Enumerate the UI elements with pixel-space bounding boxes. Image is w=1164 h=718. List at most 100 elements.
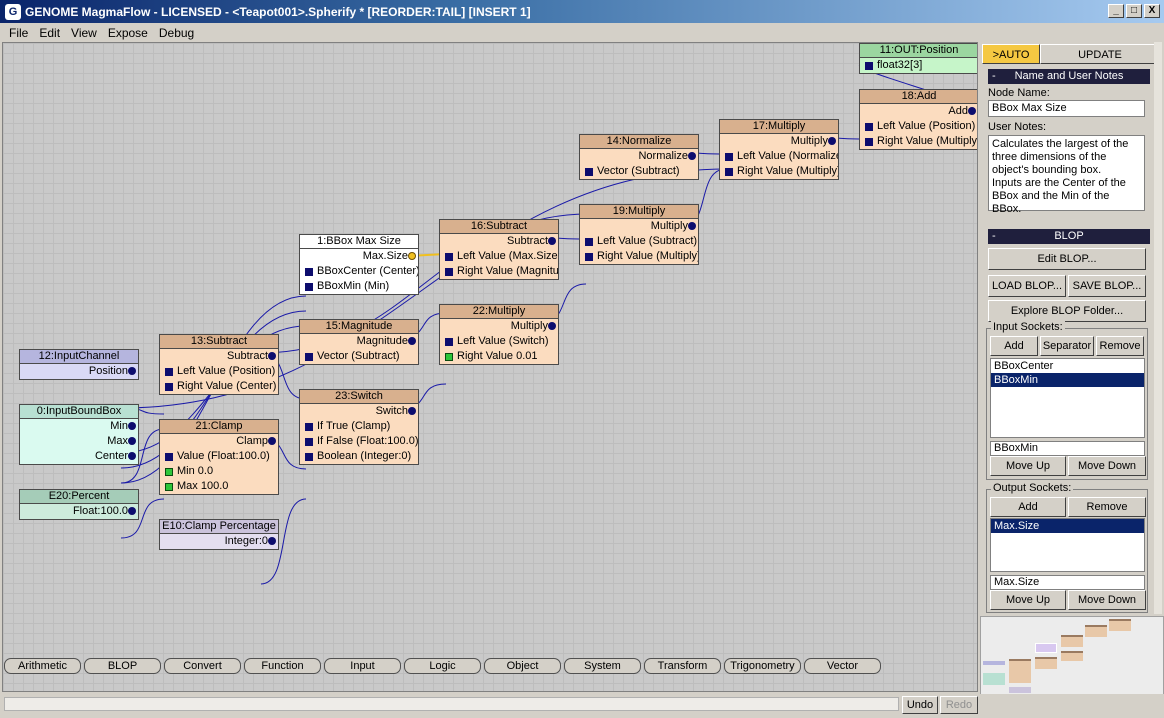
panel-scrollbar[interactable] (1154, 42, 1162, 614)
input-move-down-button[interactable]: Move Down (1068, 456, 1146, 476)
save-blop-button[interactable]: SAVE BLOP... (1068, 275, 1146, 297)
minimap[interactable] (980, 616, 1164, 696)
menu-edit[interactable]: Edit (34, 26, 66, 40)
output-add-button[interactable]: Add (990, 497, 1066, 517)
output-socket[interactable] (268, 352, 276, 360)
input-move-up-button[interactable]: Move Up (990, 456, 1066, 476)
output-socket[interactable] (408, 407, 416, 415)
input-socket[interactable] (165, 483, 173, 491)
input-socket[interactable] (305, 453, 313, 461)
category-trigonometry[interactable]: Trigonometry (724, 658, 801, 674)
section-header-notes[interactable]: - Name and User Notes (988, 69, 1150, 84)
node-magnitude[interactable]: 15:Magnitude Magnitude Vector (Subtract) (299, 319, 419, 365)
node-bbox-max-size[interactable]: 1:BBox Max Size Max.Size BBoxCenter (Cen… (299, 234, 419, 295)
output-move-up-button[interactable]: Move Up (990, 590, 1066, 610)
node-name-field[interactable]: BBox Max Size (988, 100, 1145, 117)
output-remove-button[interactable]: Remove (1068, 497, 1146, 517)
input-sockets-list[interactable]: BBoxCenter BBoxMin (990, 358, 1145, 438)
input-socket[interactable] (585, 253, 593, 261)
category-transform[interactable]: Transform (644, 658, 721, 674)
category-function[interactable]: Function (244, 658, 321, 674)
menu-debug[interactable]: Debug (154, 26, 200, 40)
explore-blop-folder-button[interactable]: Explore BLOP Folder... (988, 300, 1146, 322)
input-socket[interactable] (165, 383, 173, 391)
node-input-bound-box[interactable]: 0:InputBoundBox Min Max Center (19, 404, 139, 465)
input-socket[interactable] (725, 168, 733, 176)
node-canvas[interactable]: 11:OUT:Position float32[3] 18:Add Add Le… (2, 42, 978, 692)
output-socket[interactable] (688, 152, 696, 160)
input-socket[interactable] (165, 453, 173, 461)
category-blop[interactable]: BLOP (84, 658, 161, 674)
output-socket[interactable] (828, 137, 836, 145)
node-out-position[interactable]: 11:OUT:Position float32[3] (859, 43, 977, 74)
horizontal-scrollbar[interactable] (4, 697, 899, 711)
undo-button[interactable]: Undo (902, 696, 938, 714)
output-socket[interactable] (688, 222, 696, 230)
output-socket[interactable] (548, 322, 556, 330)
output-move-down-button[interactable]: Move Down (1068, 590, 1146, 610)
tab-update[interactable]: UPDATE (1040, 44, 1160, 64)
node-switch[interactable]: 23:Switch Switch If True (Clamp) If Fals… (299, 389, 419, 465)
input-socket[interactable] (585, 238, 593, 246)
input-socket[interactable] (585, 168, 593, 176)
input-remove-button[interactable]: Remove (1096, 336, 1144, 356)
menu-file[interactable]: File (4, 26, 34, 40)
input-socket[interactable] (165, 368, 173, 376)
input-socket[interactable] (445, 253, 453, 261)
output-socket-name-field[interactable]: Max.Size (990, 575, 1145, 590)
input-socket[interactable] (445, 353, 453, 361)
category-logic[interactable]: Logic (404, 658, 481, 674)
category-vector[interactable]: Vector (804, 658, 881, 674)
node-input-channel[interactable]: 12:InputChannel Position (19, 349, 139, 380)
section-header-blop[interactable]: - BLOP (988, 229, 1150, 244)
collapse-icon[interactable]: - (992, 69, 996, 84)
node-clamp-percentage[interactable]: E10:Clamp Percentage Integer:0 (159, 519, 279, 550)
list-item[interactable]: BBoxCenter (991, 359, 1144, 373)
input-socket[interactable] (305, 438, 313, 446)
input-socket-name-field[interactable]: BBoxMin (990, 441, 1145, 456)
output-socket[interactable] (128, 452, 136, 460)
menu-expose[interactable]: Expose (103, 26, 154, 40)
collapse-icon[interactable]: - (992, 229, 996, 244)
input-socket[interactable] (445, 268, 453, 276)
redo-button[interactable]: Redo (940, 696, 978, 714)
list-item-selected[interactable]: BBoxMin (991, 373, 1144, 387)
node-multiply-22[interactable]: 22:Multiply Multiply Left Value (Switch)… (439, 304, 559, 365)
node-normalize[interactable]: 14:Normalize Normalize Vector (Subtract) (579, 134, 699, 180)
load-blop-button[interactable]: LOAD BLOP... (988, 275, 1066, 297)
input-separator-button[interactable]: Separator (1040, 336, 1094, 356)
edit-blop-button[interactable]: Edit BLOP... (988, 248, 1146, 270)
output-socket[interactable] (128, 367, 136, 375)
user-notes-field[interactable]: Calculates the largest of the three dime… (988, 135, 1145, 215)
input-socket[interactable] (865, 123, 873, 131)
node-multiply-17[interactable]: 17:Multiply Multiply Left Value (Normali… (719, 119, 839, 180)
close-button[interactable]: X (1144, 4, 1160, 18)
output-socket[interactable] (128, 422, 136, 430)
tab-auto[interactable]: >AUTO (982, 44, 1040, 64)
input-socket[interactable] (305, 268, 313, 276)
list-item-selected[interactable]: Max.Size (991, 519, 1144, 533)
input-socket[interactable] (445, 338, 453, 346)
category-convert[interactable]: Convert (164, 658, 241, 674)
input-socket[interactable] (305, 283, 313, 291)
output-socket[interactable] (128, 437, 136, 445)
category-system[interactable]: System (564, 658, 641, 674)
input-socket[interactable] (305, 423, 313, 431)
output-socket[interactable] (408, 252, 416, 260)
node-percent[interactable]: E20:Percent Float:100.0 (19, 489, 139, 520)
input-socket[interactable] (865, 62, 873, 70)
output-socket[interactable] (268, 437, 276, 445)
output-socket[interactable] (968, 107, 976, 115)
output-socket[interactable] (268, 537, 276, 545)
output-socket[interactable] (128, 507, 136, 515)
category-arithmetic[interactable]: Arithmetic (4, 658, 81, 674)
minimize-button[interactable]: _ (1108, 4, 1124, 18)
node-multiply-19[interactable]: 19:Multiply Multiply Left Value (Subtrac… (579, 204, 699, 265)
output-sockets-list[interactable]: Max.Size (990, 518, 1145, 572)
output-socket[interactable] (548, 237, 556, 245)
output-socket[interactable] (408, 337, 416, 345)
node-clamp[interactable]: 21:Clamp Clamp Value (Float:100.0) Min 0… (159, 419, 279, 495)
input-socket[interactable] (165, 468, 173, 476)
input-socket[interactable] (305, 353, 313, 361)
node-add[interactable]: 18:Add Add Left Value (Position) Right V… (859, 89, 977, 150)
